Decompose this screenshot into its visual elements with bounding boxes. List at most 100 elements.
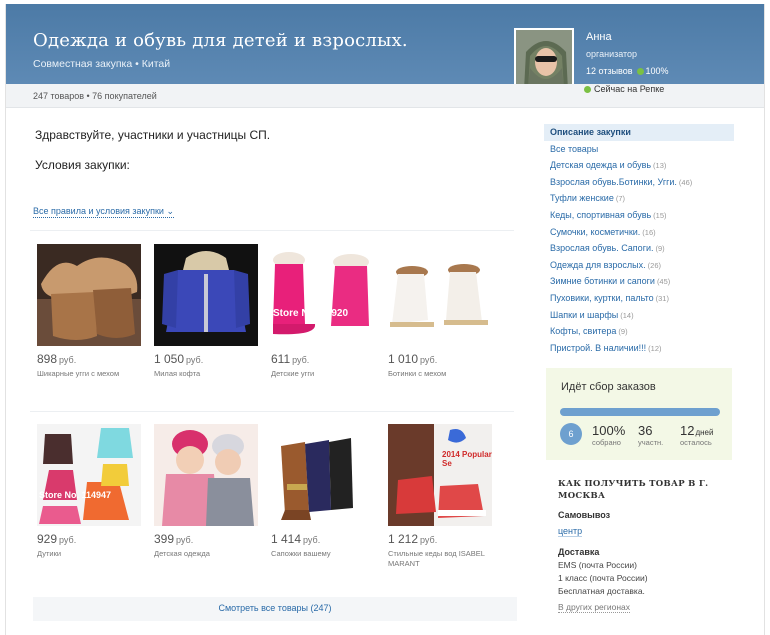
divider bbox=[30, 411, 514, 412]
sidebar-item[interactable]: Пристрой. В наличии!!! (12) bbox=[544, 340, 734, 357]
sidebar-item-label: Туфли женские bbox=[550, 193, 614, 204]
sneakers-image[interactable]: 2014 Popular Se bbox=[388, 424, 492, 526]
delivery-option: Бесплатная доставка. bbox=[558, 586, 645, 596]
product-card[interactable]: 399 руб. Детская одежда bbox=[154, 424, 258, 559]
online-dot-icon bbox=[584, 86, 591, 94]
fur-boots-image[interactable] bbox=[37, 244, 141, 346]
sidebar-item[interactable]: Кофты, свитера (9) bbox=[544, 323, 734, 340]
collect-status-box: Идёт сбор заказов 6 100% собрано 36 учас… bbox=[546, 368, 732, 460]
all-goods-link[interactable]: Смотреть все товары (247) bbox=[218, 603, 331, 613]
other-regions-link[interactable]: В других регионах bbox=[558, 602, 631, 613]
sidebar-item-label: Пристрой. В наличии!!! bbox=[550, 342, 647, 353]
blue-jacket-image[interactable] bbox=[154, 244, 258, 346]
delivery-info: КАК ПОЛУЧИТЬ ТОВАР В Г. МОСКВА Самовывоз… bbox=[558, 478, 734, 615]
product-name[interactable]: Детские угги bbox=[271, 369, 375, 379]
kids-photo-image[interactable] bbox=[154, 424, 258, 526]
product-name[interactable]: Стильные кеды вод ISABEL MARANT bbox=[388, 549, 492, 569]
product-name[interactable]: Милая кофта bbox=[154, 369, 258, 379]
sidebar-item-count: (9) bbox=[655, 244, 665, 254]
product-name[interactable]: Шикарные угги с мехом bbox=[37, 369, 141, 379]
divider bbox=[30, 230, 514, 231]
sidebar-item-count: (46) bbox=[678, 177, 693, 187]
round-badge: 6 bbox=[560, 423, 582, 445]
delivery-option: EMS (почта России) bbox=[558, 560, 637, 570]
organizer-role: организатор bbox=[586, 49, 638, 59]
sidebar-item-label: Описание закупки bbox=[550, 127, 631, 137]
participants-label: участн. bbox=[638, 438, 664, 447]
kids-boots-image[interactable]: Store No. 114947 bbox=[37, 424, 141, 526]
white-boots-image[interactable] bbox=[388, 244, 492, 346]
rules-link[interactable]: Все правила и условия закупки ⌄ bbox=[33, 206, 174, 218]
sidebar-item-label: Шапки и шарфы bbox=[550, 309, 619, 320]
reviews-count[interactable]: 12 отзывов bbox=[586, 66, 633, 76]
sidebar-item-label: Зимние ботинки и сапоги bbox=[550, 276, 655, 287]
product-card[interactable]: 1 010 руб. Ботинки с мехом bbox=[388, 244, 492, 379]
delivery-title: КАК ПОЛУЧИТЬ ТОВАР В Г. МОСКВА bbox=[558, 479, 709, 501]
product-price: 929 руб. bbox=[37, 532, 77, 546]
sidebar-item[interactable]: Описание закупки bbox=[544, 124, 734, 141]
product-card[interactable]: Store No. 114947 929 руб. Дутики bbox=[37, 424, 141, 559]
sidebar-item[interactable]: Туфли женские (7) bbox=[544, 190, 734, 207]
collect-progress-bar bbox=[560, 408, 720, 416]
product-price: 1 010 руб. bbox=[388, 352, 438, 366]
delivery-heading: Доставка bbox=[558, 547, 600, 557]
sidebar-item-label: Детская одежда и обувь bbox=[550, 160, 652, 171]
sidebar-item[interactable]: Одежда для взрослых. (26) bbox=[544, 257, 734, 274]
chevron-down-icon: ⌄ bbox=[166, 206, 174, 216]
collected-label: собрано bbox=[592, 438, 621, 447]
product-name[interactable]: Ботинки с мехом bbox=[388, 369, 492, 379]
sidebar-item-count: (13) bbox=[653, 161, 667, 171]
sidebar-item[interactable]: Взрослая обувь. Сапоги. (9) bbox=[544, 240, 734, 257]
participants-count: 36 bbox=[638, 423, 653, 438]
product-name[interactable]: Детская одежда bbox=[154, 549, 258, 559]
rating-value: 100% bbox=[645, 66, 669, 76]
product-card[interactable]: 1 414 руб. Сапожки вашему bbox=[271, 424, 375, 559]
product-card[interactable]: 898 руб. Шикарные угги с мехом bbox=[37, 244, 141, 379]
sidebar-item-count: (12) bbox=[648, 343, 662, 353]
product-price: 1 050 руб. bbox=[154, 352, 204, 366]
product-price: 1 414 руб. bbox=[271, 532, 321, 546]
days-left: 12дней bbox=[680, 423, 714, 438]
sidebar-item-label: Взрослая обувь. Сапоги. bbox=[550, 243, 654, 254]
product-card[interactable]: Store No. 17920 611 руб. Детские угги bbox=[271, 244, 375, 379]
sidebar-item[interactable]: Все товары bbox=[544, 141, 734, 158]
product-price: 611 руб. bbox=[271, 352, 310, 366]
page-title: Одежда и обувь для детей и взрослых. bbox=[33, 30, 408, 51]
product-card[interactable]: 2014 Popular Se 1 212 руб. Стильные кеды … bbox=[388, 424, 492, 569]
category-nav: Описание закупки Все товары Детская одежда… bbox=[544, 124, 734, 356]
sidebar-item[interactable]: Пуховики, куртки, пальто (31) bbox=[544, 290, 734, 307]
product-price: 399 руб. bbox=[154, 532, 194, 546]
suede-boots-image[interactable] bbox=[271, 424, 375, 526]
sidebar-item-count: (16) bbox=[642, 227, 656, 237]
product-name[interactable]: Сапожки вашему bbox=[271, 549, 375, 559]
organizer-name[interactable]: Анна bbox=[586, 31, 612, 43]
product-name[interactable]: Дутики bbox=[37, 549, 141, 559]
sidebar-item[interactable]: Кеды, спортивная обувь (15) bbox=[544, 207, 734, 224]
sidebar-item-count: (14) bbox=[620, 310, 634, 320]
rating-dot-icon bbox=[636, 68, 644, 76]
page-subtitle: Совместная закупка • Китай bbox=[33, 58, 171, 70]
conditions-text: Условия закупки: bbox=[35, 158, 130, 172]
sidebar-item[interactable]: Сумочки, косметички. (16) bbox=[544, 224, 734, 241]
product-card[interactable]: 1 050 руб. Милая кофта bbox=[154, 244, 258, 379]
sidebar-item-label: Кофты, свитера bbox=[550, 326, 617, 337]
sidebar-item[interactable]: Зимние ботинки и сапоги (45) bbox=[544, 273, 734, 290]
collect-title: Идёт сбор заказов bbox=[561, 381, 656, 393]
sidebar-item-label: Сумочки, косметички. bbox=[550, 226, 641, 237]
sidebar-item[interactable]: Шапки и шарфы (14) bbox=[544, 307, 734, 324]
sidebar-item-label: Все товары bbox=[550, 143, 599, 154]
sidebar-item-label: Одежда для взрослых. bbox=[550, 259, 646, 270]
watermark-text: 2014 Popular Se bbox=[442, 450, 492, 468]
avatar-photo-icon bbox=[516, 30, 572, 86]
pickup-link[interactable]: центр bbox=[558, 526, 583, 537]
pickup-heading: Самовывоз bbox=[558, 510, 611, 520]
product-price: 1 212 руб. bbox=[388, 532, 438, 546]
pink-boots-image[interactable]: Store No. 17920 bbox=[271, 244, 375, 346]
sidebar-item[interactable]: Взрослая обувь.Ботинки, Угги. (46) bbox=[544, 174, 734, 191]
organizer-reviews: 12 отзывов 100% bbox=[586, 66, 669, 76]
all-goods-bar: Смотреть все товары (247) bbox=[33, 597, 517, 621]
sidebar-item-label: Взрослая обувь.Ботинки, Угги. bbox=[550, 176, 677, 187]
progress-fill bbox=[560, 408, 720, 416]
sidebar-item[interactable]: Детская одежда и обувь (13) bbox=[544, 157, 734, 174]
avatar[interactable] bbox=[514, 28, 574, 88]
